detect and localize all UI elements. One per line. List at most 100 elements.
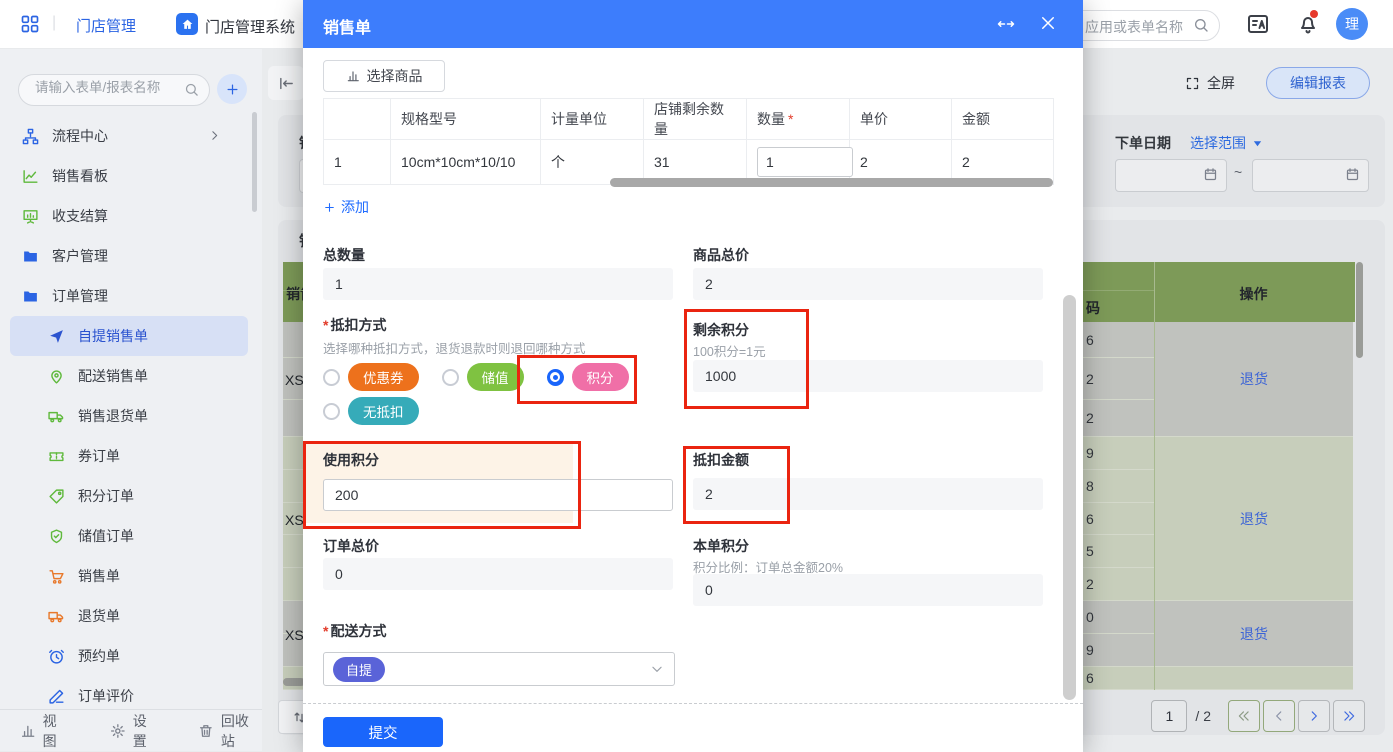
total-qty-value: 1 <box>323 268 673 300</box>
sidebar-item-label: 销售退货单 <box>78 408 148 424</box>
sidebar-item-sales-return-order[interactable]: 销售退货单 <box>10 396 248 436</box>
page-number-input[interactable]: 1 <box>1151 700 1188 732</box>
user-avatar[interactable]: 理 <box>1336 8 1368 40</box>
sidebar-footer: 视图 设置 回收站 <box>0 709 262 751</box>
recycle-bin-button[interactable]: 回收站 <box>198 711 262 751</box>
settings-button[interactable]: 设置 <box>110 711 160 751</box>
range-select[interactable]: 选择范围 <box>1190 133 1263 153</box>
sidebar-item-settlement[interactable]: 收支结算 <box>10 196 248 236</box>
return-link[interactable]: 退货 <box>1240 624 1268 644</box>
order-total-label: 订单总价 <box>323 538 379 554</box>
sidebar-item-points-order[interactable]: 积分订单 <box>10 476 248 516</box>
stored-value-pill[interactable]: 储值 <box>466 363 524 391</box>
order-points-value: 0 <box>693 574 1043 606</box>
language-icon[interactable] <box>1246 12 1270 36</box>
page-total: / 2 <box>1195 708 1211 724</box>
action-cell: 退货 <box>1155 322 1353 437</box>
action-cell <box>1155 667 1353 690</box>
first-page-button[interactable] <box>1228 700 1260 732</box>
points-pill[interactable]: 积分 <box>571 363 629 391</box>
sidebar-search-input[interactable] <box>33 79 177 96</box>
sidebar-item-label: 订单管理 <box>52 288 108 304</box>
tag-icon <box>48 488 65 505</box>
close-icon[interactable] <box>1039 14 1057 32</box>
brand-title[interactable]: 门店管理 <box>76 15 136 36</box>
edit-report-button[interactable]: 编辑报表 <box>1266 67 1370 99</box>
radio-no-deduction[interactable] <box>323 402 340 420</box>
table-horizontal-scrollbar[interactable] <box>283 678 305 686</box>
remain-points-label: 剩余积分 <box>693 322 749 338</box>
price-column-header: 单价 <box>849 98 952 140</box>
return-link[interactable]: 退货 <box>1240 369 1268 389</box>
sidebar-item-return-order[interactable]: 退货单 <box>10 596 248 636</box>
date-end-input[interactable] <box>1252 159 1369 192</box>
order-date-label: 下单日期 <box>1115 135 1171 151</box>
next-page-button[interactable] <box>1298 700 1330 732</box>
select-product-button[interactable]: 选择商品 <box>323 60 445 92</box>
sidebar-item-sales-board[interactable]: 销售看板 <box>10 156 248 196</box>
radio-stored-value[interactable] <box>441 368 459 386</box>
radio-points[interactable] <box>546 368 564 386</box>
views-button[interactable]: 视图 <box>20 711 70 751</box>
plus-icon <box>323 201 336 214</box>
collapse-left-icon <box>278 75 295 92</box>
sidebar-item-label: 退货单 <box>78 608 120 624</box>
sidebar: 流程中心 销售看板 收支结算 客户管理 订单管理 自提销售单 配送销售单 <box>0 48 262 751</box>
table-vertical-scrollbar[interactable] <box>1356 262 1363 358</box>
notification-dot <box>1310 10 1318 18</box>
delivery-select[interactable]: 自提 <box>323 652 675 686</box>
fullscreen-button[interactable]: 全屏 <box>1185 73 1235 93</box>
chevron-left-icon <box>1272 709 1286 723</box>
apps-grid-icon[interactable] <box>20 14 40 34</box>
calendar-icon <box>1203 167 1218 182</box>
send-icon <box>48 328 65 345</box>
return-link[interactable]: 退货 <box>1240 509 1268 529</box>
product-table: 规格型号 计量单位 店铺剩余数量 数量 * 单价 金额 1 10cm*10cm*1… <box>323 98 1054 185</box>
sidebar-item-label: 销售看板 <box>52 168 108 184</box>
sidebar-item-customer-mgmt[interactable]: 客户管理 <box>10 236 248 276</box>
date-start-input[interactable] <box>1115 159 1227 192</box>
sidebar-item-pickup-sales-order[interactable]: 自提销售单 <box>10 316 248 356</box>
quantity-input[interactable] <box>757 147 853 177</box>
sidebar-item-sales-order[interactable]: 销售单 <box>10 556 248 596</box>
clock-icon <box>48 648 65 665</box>
folder-open-icon <box>22 288 39 305</box>
modal-title: 销售单 <box>323 20 372 37</box>
goods-total-label: 商品总价 <box>693 247 749 263</box>
sidebar-item-order-mgmt[interactable]: 订单管理 <box>10 276 248 316</box>
code-column-header: 码 <box>1086 300 1100 316</box>
sitemap-icon <box>22 128 39 145</box>
collapse-sidebar-button[interactable] <box>268 66 304 100</box>
double-chevron-left-icon <box>1237 709 1251 723</box>
sidebar-item-process-center[interactable]: 流程中心 <box>10 116 248 156</box>
double-chevron-right-icon <box>1342 709 1356 723</box>
add-row-button[interactable]: 添加 <box>323 197 369 217</box>
modal-scrollbar[interactable] <box>1063 295 1076 700</box>
total-qty-label: 总数量 <box>323 247 365 263</box>
badge-icon <box>48 528 65 545</box>
sidebar-item-label: 预约单 <box>78 648 120 664</box>
product-table-horizontal-scrollbar[interactable] <box>610 178 1053 187</box>
date-separator: ~ <box>1234 164 1243 180</box>
chevron-down-icon <box>650 662 664 676</box>
no-deduction-pill[interactable]: 无抵扣 <box>348 397 419 425</box>
prev-page-button[interactable] <box>1263 700 1295 732</box>
index-column-header <box>323 98 391 140</box>
order-no-partial: XS <box>285 372 304 388</box>
add-form-button[interactable] <box>217 74 247 104</box>
use-points-input[interactable] <box>323 479 673 511</box>
radio-coupon[interactable] <box>323 368 340 386</box>
coupon-pill[interactable]: 优惠券 <box>348 363 419 391</box>
sidebar-item-appointment-order[interactable]: 预约单 <box>10 636 248 676</box>
submit-button[interactable]: 提交 <box>323 717 443 747</box>
sidebar-item-coupon-order[interactable]: 券订单 <box>10 436 248 476</box>
truck-icon <box>48 608 65 625</box>
sidebar-item-delivery-sales-order[interactable]: 配送销售单 <box>10 356 248 396</box>
navbar-divider: | <box>52 14 57 31</box>
sidebar-item-stored-value-order[interactable]: 储值订单 <box>10 516 248 556</box>
gear-icon <box>110 723 126 739</box>
sidebar-search[interactable] <box>18 74 210 106</box>
last-page-button[interactable] <box>1333 700 1365 732</box>
global-search-text: 应用或表单名称 <box>1085 19 1183 35</box>
expand-horizontal-icon[interactable] <box>996 15 1016 33</box>
